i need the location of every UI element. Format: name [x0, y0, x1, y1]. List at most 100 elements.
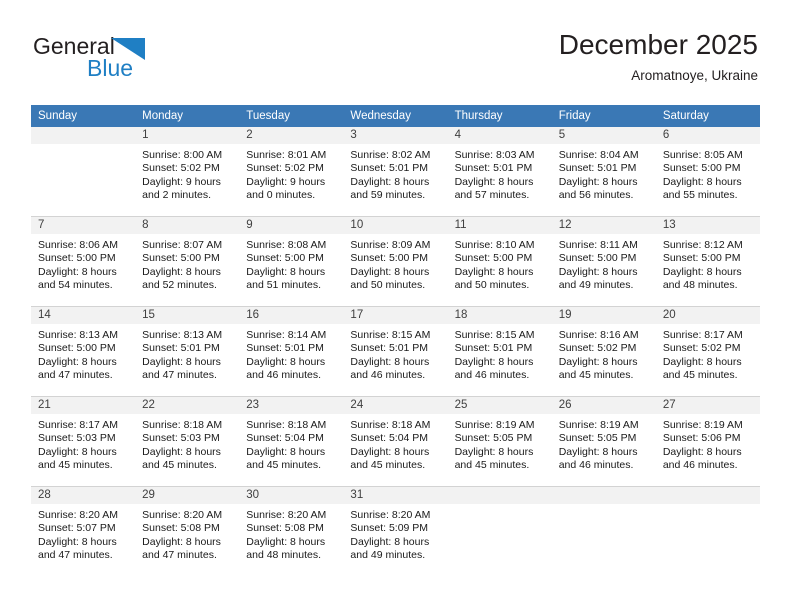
- calendar-day-cell[interactable]: 5 Sunrise: 8:04 AM Sunset: 5:01 PM Dayli…: [551, 127, 656, 217]
- day-details: Sunrise: 8:17 AM Sunset: 5:03 PM Dayligh…: [31, 414, 135, 473]
- sunset-text: Sunset: 5:00 PM: [38, 252, 116, 265]
- sunset-text: Sunset: 5:02 PM: [662, 342, 741, 355]
- day-number: 17: [343, 307, 448, 324]
- daylight-text-line1: Daylight: 8 hours: [558, 175, 638, 188]
- daylight-text-line2: and 46 minutes.: [246, 369, 321, 382]
- daylight-text-line2: and 50 minutes.: [454, 279, 530, 292]
- daylight-text-line1: Daylight: 9 hours: [142, 175, 221, 188]
- daylight-text-line1: Daylight: 8 hours: [558, 355, 638, 368]
- day-details: Sunrise: 8:15 AM Sunset: 5:01 PM Dayligh…: [343, 324, 447, 383]
- weekday-header-monday: Monday: [135, 105, 240, 127]
- weekday-header-sunday: Sunday: [31, 105, 136, 127]
- day-number: 22: [135, 397, 240, 414]
- daylight-text-line2: and 45 minutes.: [558, 369, 634, 382]
- day-details: Sunrise: 8:02 AM Sunset: 5:01 PM Dayligh…: [343, 144, 447, 203]
- calendar-day-cell[interactable]: 12 Sunrise: 8:11 AM Sunset: 5:00 PM Dayl…: [551, 216, 656, 307]
- calendar-day-cell[interactable]: 10 Sunrise: 8:09 AM Sunset: 5:00 PM Dayl…: [343, 216, 448, 307]
- daylight-text-line2: and 0 minutes.: [246, 189, 316, 202]
- calendar-day-cell[interactable]: 26 Sunrise: 8:19 AM Sunset: 5:05 PM Dayl…: [551, 396, 656, 487]
- day-details: Sunrise: 8:07 AM Sunset: 5:00 PM Dayligh…: [135, 234, 239, 293]
- calendar-day-cell[interactable]: 11 Sunrise: 8:10 AM Sunset: 5:00 PM Dayl…: [447, 216, 552, 307]
- calendar-day-cell[interactable]: [447, 486, 552, 576]
- day-details: Sunrise: 8:00 AM Sunset: 5:02 PM Dayligh…: [135, 144, 239, 203]
- calendar-day-cell[interactable]: 30 Sunrise: 8:20 AM Sunset: 5:08 PM Dayl…: [239, 486, 344, 576]
- calendar-day-cell[interactable]: 21 Sunrise: 8:17 AM Sunset: 5:03 PM Dayl…: [31, 396, 136, 487]
- sunrise-text: Sunrise: 8:13 AM: [38, 329, 118, 341]
- day-number: 15: [135, 307, 240, 324]
- day-number: [31, 127, 136, 144]
- calendar-day-cell[interactable]: 16 Sunrise: 8:14 AM Sunset: 5:01 PM Dayl…: [239, 306, 344, 397]
- calendar-grid: Sunday Monday Tuesday Wednesday Thursday…: [31, 105, 760, 576]
- calendar-day-cell[interactable]: 8 Sunrise: 8:07 AM Sunset: 5:00 PM Dayli…: [135, 216, 240, 307]
- calendar-day-cell[interactable]: 17 Sunrise: 8:15 AM Sunset: 5:01 PM Dayl…: [343, 306, 448, 397]
- sunset-text: Sunset: 5:00 PM: [454, 252, 533, 265]
- calendar-day-cell[interactable]: 9 Sunrise: 8:08 AM Sunset: 5:00 PM Dayli…: [239, 216, 344, 307]
- calendar-day-cell[interactable]: 19 Sunrise: 8:16 AM Sunset: 5:02 PM Dayl…: [551, 306, 656, 397]
- daylight-text-line2: and 48 minutes.: [662, 279, 738, 292]
- calendar-day-cell[interactable]: 20 Sunrise: 8:17 AM Sunset: 5:02 PM Dayl…: [655, 306, 760, 397]
- day-details: Sunrise: 8:03 AM Sunset: 5:01 PM Dayligh…: [448, 144, 552, 203]
- calendar-day-cell[interactable]: [31, 127, 136, 217]
- sunrise-text: Sunrise: 8:01 AM: [246, 149, 327, 161]
- calendar-day-cell[interactable]: 2 Sunrise: 8:01 AM Sunset: 5:02 PM Dayli…: [239, 127, 344, 217]
- calendar-day-cell[interactable]: 31 Sunrise: 8:20 AM Sunset: 5:09 PM Dayl…: [343, 486, 448, 576]
- sunset-text: Sunset: 5:01 PM: [142, 342, 220, 355]
- day-details: Sunrise: 8:11 AM Sunset: 5:00 PM Dayligh…: [552, 234, 656, 293]
- day-details: [31, 144, 135, 149]
- calendar-day-cell[interactable]: 6 Sunrise: 8:05 AM Sunset: 5:00 PM Dayli…: [655, 127, 760, 217]
- daylight-text-line1: Daylight: 8 hours: [662, 175, 742, 188]
- calendar-day-cell[interactable]: 15 Sunrise: 8:13 AM Sunset: 5:01 PM Dayl…: [135, 306, 240, 397]
- calendar-day-cell[interactable]: 4 Sunrise: 8:03 AM Sunset: 5:01 PM Dayli…: [447, 127, 552, 217]
- sunset-text: Sunset: 5:00 PM: [662, 162, 741, 175]
- daylight-text-line2: and 45 minutes.: [350, 459, 426, 472]
- daylight-text-line1: Daylight: 8 hours: [350, 175, 430, 188]
- weekday-header-saturday: Saturday: [655, 105, 760, 127]
- brand-logo[interactable]: General Blue: [33, 33, 253, 85]
- calendar-day-cell[interactable]: 22 Sunrise: 8:18 AM Sunset: 5:03 PM Dayl…: [135, 396, 240, 487]
- calendar-day-cell[interactable]: 13 Sunrise: 8:12 AM Sunset: 5:00 PM Dayl…: [655, 216, 760, 307]
- day-number: [655, 487, 760, 504]
- calendar-day-cell[interactable]: 14 Sunrise: 8:13 AM Sunset: 5:00 PM Dayl…: [31, 306, 136, 397]
- day-details: Sunrise: 8:10 AM Sunset: 5:00 PM Dayligh…: [448, 234, 552, 293]
- daylight-text-line1: Daylight: 8 hours: [350, 355, 430, 368]
- sunrise-text: Sunrise: 8:05 AM: [662, 149, 743, 161]
- daylight-text-line2: and 55 minutes.: [662, 189, 738, 202]
- calendar-day-cell[interactable]: 3 Sunrise: 8:02 AM Sunset: 5:01 PM Dayli…: [343, 127, 448, 217]
- calendar-day-cell[interactable]: 29 Sunrise: 8:20 AM Sunset: 5:08 PM Dayl…: [135, 486, 240, 576]
- sunset-text: Sunset: 5:08 PM: [246, 522, 324, 535]
- day-details: Sunrise: 8:20 AM Sunset: 5:07 PM Dayligh…: [31, 504, 135, 563]
- calendar-day-cell[interactable]: 7 Sunrise: 8:06 AM Sunset: 5:00 PM Dayli…: [31, 216, 136, 307]
- sunset-text: Sunset: 5:00 PM: [558, 252, 637, 265]
- calendar-day-cell[interactable]: 25 Sunrise: 8:19 AM Sunset: 5:05 PM Dayl…: [447, 396, 552, 487]
- calendar-day-cell[interactable]: 28 Sunrise: 8:20 AM Sunset: 5:07 PM Dayl…: [31, 486, 136, 576]
- daylight-text-line2: and 49 minutes.: [350, 549, 426, 562]
- calendar-day-cell[interactable]: 18 Sunrise: 8:15 AM Sunset: 5:01 PM Dayl…: [447, 306, 552, 397]
- day-details: Sunrise: 8:05 AM Sunset: 5:00 PM Dayligh…: [656, 144, 760, 203]
- sunset-text: Sunset: 5:01 PM: [246, 342, 324, 355]
- calendar-day-cell[interactable]: 27 Sunrise: 8:19 AM Sunset: 5:06 PM Dayl…: [655, 396, 760, 487]
- daylight-text-line1: Daylight: 8 hours: [558, 265, 638, 278]
- calendar-day-cell[interactable]: 1 Sunrise: 8:00 AM Sunset: 5:02 PM Dayli…: [135, 127, 240, 217]
- calendar-header-row: Sunday Monday Tuesday Wednesday Thursday…: [31, 105, 760, 127]
- day-number: 12: [551, 217, 656, 234]
- daylight-text-line1: Daylight: 8 hours: [38, 355, 117, 368]
- calendar-day-cell[interactable]: [551, 486, 656, 576]
- calendar-day-cell[interactable]: 24 Sunrise: 8:18 AM Sunset: 5:04 PM Dayl…: [343, 396, 448, 487]
- sunset-text: Sunset: 5:03 PM: [142, 432, 220, 445]
- day-number: 31: [343, 487, 448, 504]
- daylight-text-line1: Daylight: 8 hours: [38, 265, 117, 278]
- daylight-text-line1: Daylight: 8 hours: [246, 265, 326, 278]
- sunset-text: Sunset: 5:02 PM: [558, 342, 637, 355]
- sunrise-text: Sunrise: 8:15 AM: [350, 329, 431, 341]
- calendar-day-cell[interactable]: [655, 486, 760, 576]
- sunset-text: Sunset: 5:02 PM: [142, 162, 220, 175]
- sunrise-text: Sunrise: 8:06 AM: [38, 239, 118, 251]
- sunrise-text: Sunrise: 8:19 AM: [558, 419, 639, 431]
- page-title: December 2025: [558, 29, 758, 60]
- day-details: Sunrise: 8:20 AM Sunset: 5:09 PM Dayligh…: [343, 504, 447, 563]
- calendar-day-cell[interactable]: 23 Sunrise: 8:18 AM Sunset: 5:04 PM Dayl…: [239, 396, 344, 487]
- daylight-text-line1: Daylight: 8 hours: [142, 445, 221, 458]
- day-details: Sunrise: 8:09 AM Sunset: 5:00 PM Dayligh…: [343, 234, 447, 293]
- sunrise-text: Sunrise: 8:09 AM: [350, 239, 431, 251]
- daylight-text-line1: Daylight: 8 hours: [246, 355, 326, 368]
